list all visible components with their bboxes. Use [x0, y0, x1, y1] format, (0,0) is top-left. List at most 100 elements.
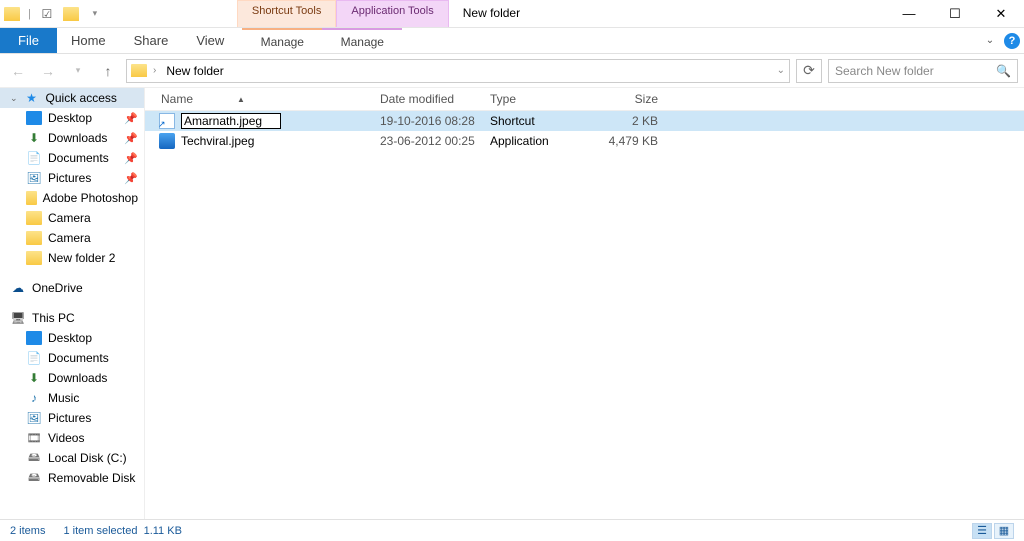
sidebar-item-label: Camera	[48, 211, 91, 225]
application-file-icon	[159, 133, 175, 149]
minimize-button[interactable]: —	[886, 0, 932, 27]
manage-application-tab[interactable]: Manage	[322, 28, 402, 53]
sidebar-item-documents[interactable]: 📄Documents📌	[0, 148, 144, 168]
sidebar-item-camera[interactable]: Camera	[0, 208, 144, 228]
details-view-button[interactable]: ☰	[972, 523, 992, 539]
breadcrumb-location[interactable]: New folder	[162, 64, 227, 78]
shortcut-file-icon	[159, 113, 175, 129]
sidebar-item-documents[interactable]: 📄Documents	[0, 348, 144, 368]
cloud-icon: ☁	[10, 281, 26, 295]
application-tools-tab[interactable]: Application Tools	[336, 0, 448, 27]
sidebar-item-local-disk-c-[interactable]: 🖴Local Disk (C:)	[0, 448, 144, 468]
downloads-icon: ⬇	[26, 371, 42, 385]
address-bar[interactable]: › New folder ⌄	[126, 59, 790, 83]
file-rows: Amarnath.jpeg19-10-2016 08:28Shortcut2 K…	[145, 111, 1024, 151]
file-row[interactable]: Techviral.jpeg23-06-2012 00:25Applicatio…	[145, 131, 1024, 151]
properties-icon[interactable]: ☑	[39, 6, 55, 22]
desktop-icon	[26, 331, 42, 345]
documents-icon: 📄	[26, 351, 42, 365]
sidebar-item-desktop[interactable]: Desktop 📌	[0, 108, 144, 128]
sidebar-item-downloads[interactable]: ⬇ Downloads	[0, 368, 144, 388]
file-tab[interactable]: File	[0, 28, 57, 53]
sidebar-item-label: Removable Disk	[48, 471, 135, 485]
sidebar-item-downloads[interactable]: ⬇Downloads📌	[0, 128, 144, 148]
column-headers: Name ▲ Date modified Type Size	[145, 88, 1024, 111]
status-selected-text: 1 item selected	[63, 525, 137, 537]
refresh-button[interactable]: ⟳	[796, 59, 822, 83]
sidebar-item-label: Desktop	[48, 111, 92, 125]
onedrive-group[interactable]: ☁ OneDrive	[0, 278, 144, 298]
maximize-button[interactable]: ☐	[932, 0, 978, 27]
chevron-right-icon[interactable]: ›	[153, 65, 156, 76]
desktop-icon	[26, 111, 42, 125]
sidebar-item-label: Downloads	[48, 131, 107, 145]
folder-icon	[4, 7, 20, 21]
navigation-pane[interactable]: ⌄ ★ Quick access Desktop 📌 ⬇ Downloads 📌 📄Doc…	[0, 88, 145, 519]
status-size: 1.11 KB	[144, 525, 182, 537]
search-input[interactable]	[835, 64, 996, 78]
disk-icon: 🖴	[26, 451, 42, 465]
column-type[interactable]: Type	[490, 92, 598, 106]
column-size[interactable]: Size	[598, 92, 668, 106]
music-icon: ♪	[26, 391, 42, 405]
ribbon-expand-icon[interactable]: ⌄	[980, 28, 1000, 53]
quick-access-label: Quick access	[46, 91, 117, 105]
search-box[interactable]: 🔍	[828, 59, 1018, 83]
sidebar-item-music[interactable]: ♪ Music	[0, 388, 144, 408]
home-tab[interactable]: Home	[57, 28, 120, 53]
folder-icon	[26, 211, 42, 225]
sidebar-item-pictures[interactable]: 🖼Pictures	[0, 408, 144, 428]
rename-input[interactable]: Amarnath.jpeg	[181, 113, 281, 129]
pin-icon: 📌	[124, 172, 138, 185]
sidebar-item-desktop[interactable]: Desktop	[0, 328, 144, 348]
back-button[interactable]: ←	[6, 59, 30, 83]
sidebar-item-label: Downloads	[48, 371, 107, 385]
view-tab[interactable]: View	[182, 28, 238, 53]
pictures-icon: 🖼	[26, 171, 42, 185]
sidebar-item-label: Pictures	[48, 171, 91, 185]
sidebar-item-camera[interactable]: Camera	[0, 228, 144, 248]
sidebar-item-label: Videos	[48, 431, 84, 445]
manage-shortcut-tab[interactable]: Manage	[242, 28, 322, 53]
folder-icon	[26, 251, 42, 265]
title-bar: | ☑ ▾ Shortcut Tools Application Tools N…	[0, 0, 1024, 28]
this-pc-label: This PC	[32, 311, 75, 325]
help-button[interactable]: ?	[1000, 28, 1024, 53]
quick-access-group[interactable]: ⌄ ★ Quick access	[0, 88, 144, 108]
sidebar-item-removable-disk[interactable]: 🖴Removable Disk	[0, 468, 144, 488]
sidebar-item-adobe-photoshop[interactable]: Adobe Photoshop	[0, 188, 144, 208]
qat-separator: |	[28, 8, 31, 20]
pin-icon: 📌	[124, 112, 138, 125]
this-pc-group[interactable]: 🖥 This PC	[0, 308, 144, 328]
share-tab[interactable]: Share	[120, 28, 183, 53]
column-name[interactable]: Name ▲	[145, 92, 380, 106]
status-selected: 1 item selected 1.11 KB	[63, 525, 181, 537]
address-folder-icon	[131, 64, 147, 77]
sidebar-item-videos[interactable]: 🎞Videos	[0, 428, 144, 448]
pin-icon: 📌	[124, 132, 138, 145]
file-date: 23-06-2012 00:25	[380, 134, 490, 148]
qat-dropdown-icon[interactable]: ▾	[87, 6, 103, 22]
file-list-pane: Name ▲ Date modified Type Size Amarnath.…	[145, 88, 1024, 519]
folder-icon	[26, 191, 37, 205]
address-row: ← → ▾ ↑ › New folder ⌄ ⟳ 🔍	[0, 54, 1024, 88]
window-title: New folder	[449, 0, 534, 27]
close-button[interactable]: ✕	[978, 0, 1024, 27]
column-name-label: Name	[161, 92, 193, 106]
forward-button[interactable]: →	[36, 59, 60, 83]
column-date[interactable]: Date modified	[380, 92, 490, 106]
sidebar-item-pictures[interactable]: 🖼 Pictures 📌	[0, 168, 144, 188]
address-dropdown-icon[interactable]: ⌄	[777, 65, 785, 76]
new-folder-icon[interactable]	[63, 7, 79, 21]
search-icon[interactable]: 🔍	[996, 64, 1011, 78]
shortcut-tools-tab[interactable]: Shortcut Tools	[237, 0, 337, 27]
up-button[interactable]: ↑	[96, 59, 120, 83]
file-date: 19-10-2016 08:28	[380, 114, 490, 128]
recent-dropdown-icon[interactable]: ▾	[66, 59, 90, 83]
thumbnails-view-button[interactable]: ▦	[994, 523, 1014, 539]
file-size: 4,479 KB	[598, 134, 668, 148]
documents-icon: 📄	[26, 151, 42, 165]
file-row[interactable]: Amarnath.jpeg19-10-2016 08:28Shortcut2 K…	[145, 111, 1024, 131]
sidebar-item-new-folder-2[interactable]: New folder 2	[0, 248, 144, 268]
sidebar-item-label: Music	[48, 391, 79, 405]
